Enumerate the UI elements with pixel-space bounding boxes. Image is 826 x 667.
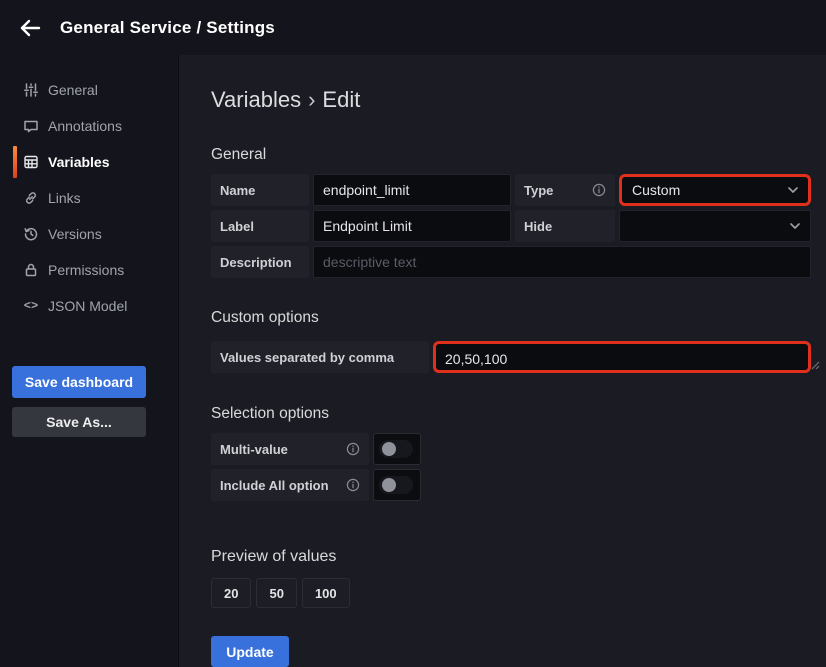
sidebar-item-annotations[interactable]: Annotations: [0, 108, 178, 144]
hide-field-label: Hide: [515, 210, 615, 242]
type-select[interactable]: Custom: [619, 174, 811, 206]
name-field-label: Name: [211, 174, 309, 206]
description-input[interactable]: [313, 246, 811, 278]
preview-value-chip: 100: [302, 578, 350, 608]
sliders-icon: [23, 82, 39, 98]
breadcrumb-page: Edit: [322, 87, 360, 112]
breadcrumb: Variables›Edit: [211, 87, 826, 113]
annotation-icon: [23, 118, 39, 134]
save-as-button[interactable]: Save As...: [12, 407, 146, 437]
back-arrow-icon: [18, 16, 42, 40]
info-icon[interactable]: [592, 183, 606, 197]
toggle-knob: [382, 442, 396, 456]
page-header: General Service / Settings: [0, 0, 826, 55]
preview-heading: Preview of values: [211, 548, 826, 566]
preview-value-chip: 20: [211, 578, 251, 608]
toggle-knob: [382, 478, 396, 492]
type-field-label: Type: [515, 174, 615, 206]
description-field-label: Description: [211, 246, 309, 278]
variables-icon: [23, 154, 39, 170]
include-all-toggle[interactable]: [373, 469, 421, 501]
sidebar-item-label: General: [48, 82, 98, 98]
sidebar-item-label: Annotations: [48, 118, 122, 134]
sidebar-item-label: Variables: [48, 154, 110, 170]
include-all-label: Include All option: [211, 469, 369, 501]
grafana-settings-page: General Service / Settings General: [0, 0, 826, 667]
custom-options-heading: Custom options: [211, 309, 826, 327]
sidebar-item-versions[interactable]: Versions: [0, 216, 178, 252]
type-select-value: Custom: [632, 182, 680, 198]
variables-edit-panel: Variables›Edit General Name Type: [178, 55, 826, 667]
values-field-label: Values separated by comma: [211, 341, 429, 373]
code-icon: <>: [23, 299, 39, 313]
back-button[interactable]: [14, 12, 46, 44]
sidebar-item-links[interactable]: Links: [0, 180, 178, 216]
link-icon: [23, 190, 39, 206]
lock-icon: [23, 262, 39, 278]
sidebar-item-label: Versions: [48, 226, 102, 242]
multi-value-label: Multi-value: [211, 433, 369, 465]
history-icon: [23, 226, 39, 242]
selection-options-form: Multi-value Include All op: [211, 433, 811, 501]
chevron-down-icon: [790, 223, 800, 229]
preview-value-chip: 50: [256, 578, 296, 608]
breadcrumb-separator: ›: [301, 87, 322, 112]
update-button[interactable]: Update: [211, 636, 289, 667]
chevron-down-icon: [788, 187, 798, 193]
info-icon[interactable]: [346, 478, 360, 492]
page-title: General Service / Settings: [60, 18, 275, 38]
settings-nav: General Annotations Variab: [0, 55, 178, 667]
resize-handle-icon[interactable]: [811, 357, 820, 375]
sidebar-item-json-model[interactable]: <> JSON Model: [0, 288, 178, 324]
custom-options-form: Values separated by comma 20,50,100: [211, 341, 811, 373]
preview-values: 20 50 100: [211, 578, 826, 608]
hide-select[interactable]: [619, 210, 811, 242]
active-section-indicator: [13, 146, 17, 178]
sidebar-item-variables[interactable]: Variables: [0, 144, 178, 180]
name-input[interactable]: [313, 174, 511, 206]
info-icon[interactable]: [346, 442, 360, 456]
sidebar-item-general[interactable]: General: [0, 72, 178, 108]
label-input[interactable]: [313, 210, 511, 242]
sidebar-item-label: Links: [48, 190, 81, 206]
selection-options-heading: Selection options: [211, 405, 826, 423]
sidebar-item-label: Permissions: [48, 262, 124, 278]
sidebar-item-label: JSON Model: [48, 298, 127, 314]
multi-value-toggle[interactable]: [373, 433, 421, 465]
general-form: Name Type Custom: [211, 174, 811, 278]
save-dashboard-button[interactable]: Save dashboard: [12, 366, 146, 398]
values-textarea[interactable]: 20,50,100: [433, 341, 811, 373]
label-field-label: Label: [211, 210, 309, 242]
breadcrumb-section[interactable]: Variables: [211, 87, 301, 112]
general-section-heading: General: [211, 146, 826, 164]
sidebar-item-permissions[interactable]: Permissions: [0, 252, 178, 288]
